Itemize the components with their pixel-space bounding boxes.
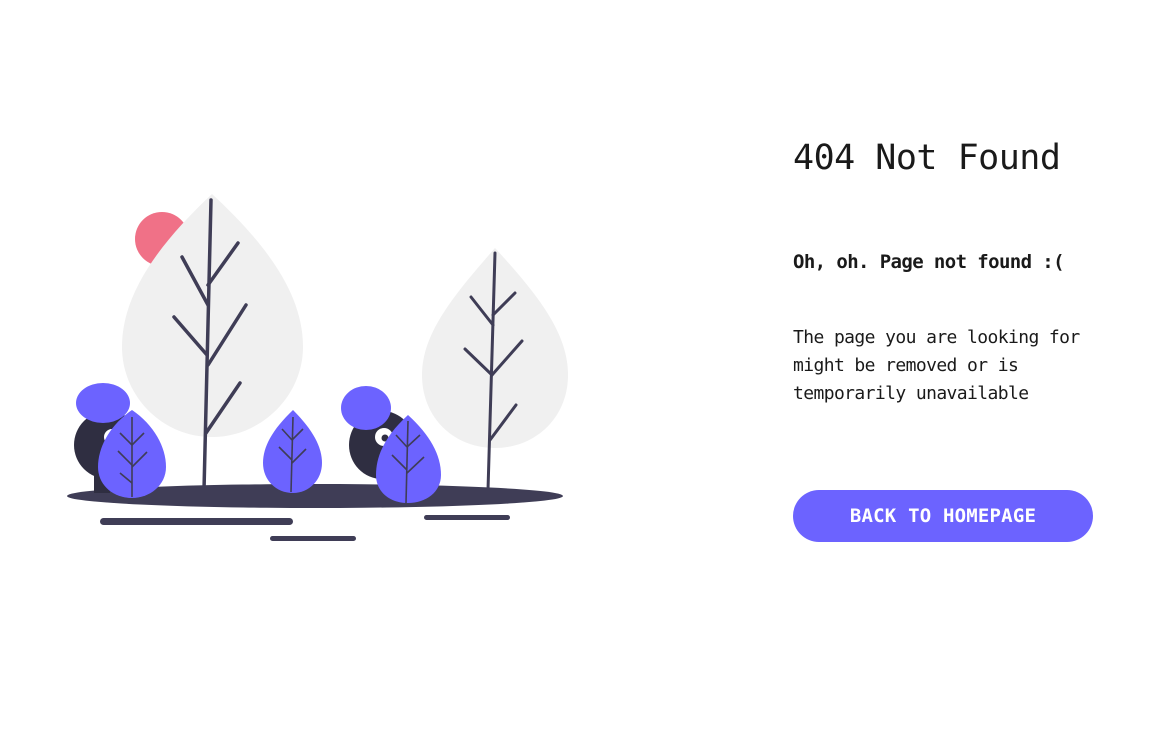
ground-line-3 bbox=[270, 536, 356, 541]
back-to-homepage-button[interactable]: BACK TO HOMEPAGE bbox=[793, 490, 1093, 542]
error-message: The page you are looking for might be re… bbox=[793, 327, 1080, 404]
ground-line-1 bbox=[100, 518, 293, 525]
error-subtitle: Oh, oh. Page not found :( bbox=[793, 251, 1065, 273]
page-title: 404 Not Found bbox=[793, 138, 1061, 178]
not-found-page: 404 Not Found Oh, oh. Page not found :( … bbox=[0, 0, 1176, 733]
ground-line-2 bbox=[424, 515, 510, 520]
forest-illustration bbox=[67, 194, 568, 541]
